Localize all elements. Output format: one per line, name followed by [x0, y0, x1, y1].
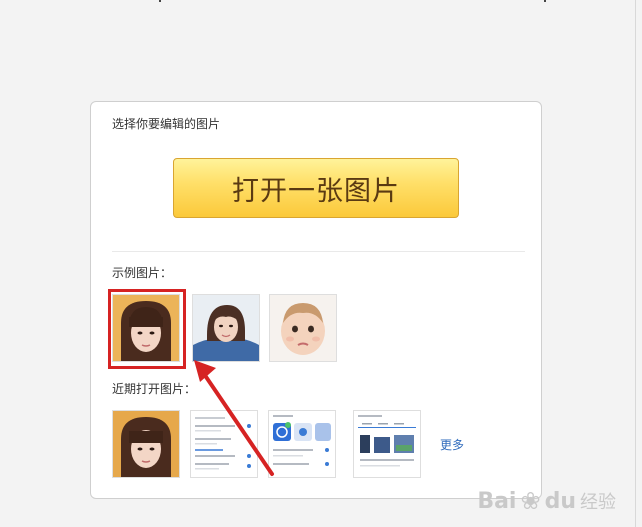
sample-thumb-baby[interactable] — [269, 294, 337, 362]
window-edge-rule — [635, 0, 636, 527]
girl-bangs-photo — [113, 411, 179, 477]
settings-screenshot — [191, 411, 257, 477]
brand-text: Bai — [477, 488, 517, 514]
tablet-screenshot — [354, 411, 420, 477]
dialog-title: 选择你要编辑的图片 — [112, 117, 221, 131]
paw-icon: ❀ — [520, 487, 541, 515]
top-dot — [544, 0, 546, 2]
recent-thumb-app-screenshot[interactable] — [268, 410, 336, 478]
sample-thumb-girl-denim[interactable] — [192, 294, 260, 362]
sample-thumb-girl-bangs[interactable] — [112, 294, 180, 362]
recent-label: 近期打开图片： — [112, 382, 197, 396]
baidu-jingyan-watermark: Bai ❀ du 经验 — [477, 487, 616, 515]
open-image-button[interactable]: 打开一张图片 — [173, 158, 459, 218]
more-link[interactable]: 更多 — [440, 436, 464, 453]
recent-thumb-girl-bangs[interactable] — [112, 410, 180, 478]
girl-bangs-photo — [113, 295, 179, 361]
brand-text-tail: du — [544, 488, 576, 514]
girl-denim-photo — [193, 295, 259, 361]
image-select-dialog: 选择你要编辑的图片 打开一张图片 示例图片： 近期打开图片： 更多 — [90, 101, 542, 499]
recent-thumb-tablet-screenshot[interactable] — [353, 410, 421, 478]
samples-label: 示例图片： — [112, 266, 173, 280]
divider — [112, 251, 525, 252]
jingyan-text: 经验 — [580, 492, 616, 513]
baby-photo — [270, 295, 336, 361]
recent-thumb-settings-screenshot[interactable] — [190, 410, 258, 478]
app-screenshot — [269, 411, 335, 477]
top-dot — [159, 0, 161, 2]
